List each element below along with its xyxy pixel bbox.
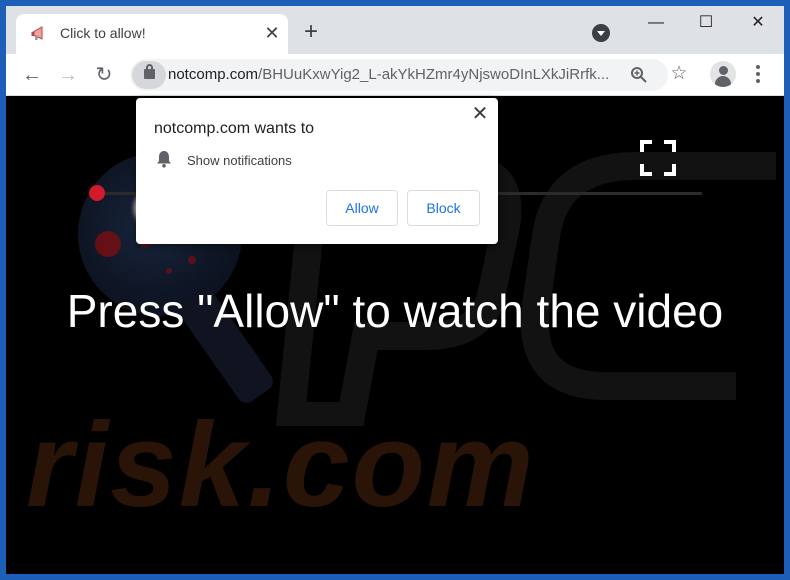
headline-text: Press "Allow" to watch the video (66, 285, 724, 337)
account-icon[interactable] (710, 61, 736, 87)
minimize-button[interactable]: — (642, 12, 670, 34)
address-bar[interactable]: notcomp.com/BHUuKxwYig2_L-akYkHZmr4yNjsw… (130, 59, 668, 91)
lock-icon (144, 64, 155, 79)
tab-search-icon[interactable] (592, 24, 610, 42)
notification-permission-popup: notcomp.com wants to ✕ Show notification… (136, 98, 498, 244)
tab-active[interactable]: Click to allow! ✕ (16, 14, 288, 54)
maximize-button[interactable]: ☐ (692, 12, 720, 34)
megaphone-icon (31, 26, 43, 40)
back-button[interactable]: ← (20, 63, 44, 87)
forward-button[interactable]: → (56, 63, 80, 87)
browser-inner: Click to allow! ✕ + — ☐ ✕ ← → ↻ notcomp.… (6, 6, 784, 574)
bookmark-star-icon[interactable]: ☆ (668, 63, 690, 85)
popup-close-icon[interactable]: ✕ (470, 104, 490, 124)
tab-close-icon[interactable]: ✕ (262, 23, 282, 43)
url-host: notcomp.com (168, 66, 259, 83)
decorative-blob (166, 268, 172, 274)
watermark-text: risk.com (26, 398, 536, 532)
close-window-button[interactable]: ✕ (744, 12, 772, 34)
decorative-blob (95, 231, 121, 257)
url-path: /BHUuKxwYig2_L-akYkHZmr4yNjswoDInLXkJiRr… (258, 66, 610, 83)
site-info-button[interactable] (132, 61, 166, 89)
url-text[interactable]: notcomp.com/BHUuKxwYig2_L-akYkHZmr4yNjsw… (168, 66, 628, 83)
decorative-blob (188, 256, 196, 264)
browser-window: Click to allow! ✕ + — ☐ ✕ ← → ↻ notcomp.… (0, 0, 790, 580)
block-button[interactable]: Block (407, 190, 480, 226)
permission-label: Show notifications (187, 153, 292, 168)
new-tab-button[interactable]: + (300, 20, 322, 44)
reload-button[interactable]: ↻ (92, 63, 116, 87)
kebab-menu-icon[interactable] (748, 62, 768, 86)
tab-title: Click to allow! (60, 25, 146, 41)
fullscreen-icon[interactable] (640, 140, 676, 176)
bell-icon (157, 151, 171, 168)
video-progress-knob[interactable] (89, 185, 105, 201)
zoom-icon[interactable] (630, 66, 648, 84)
tab-strip: Click to allow! ✕ + — ☐ ✕ (6, 6, 784, 54)
popup-title: notcomp.com wants to (154, 120, 315, 137)
allow-button[interactable]: Allow (326, 190, 398, 226)
